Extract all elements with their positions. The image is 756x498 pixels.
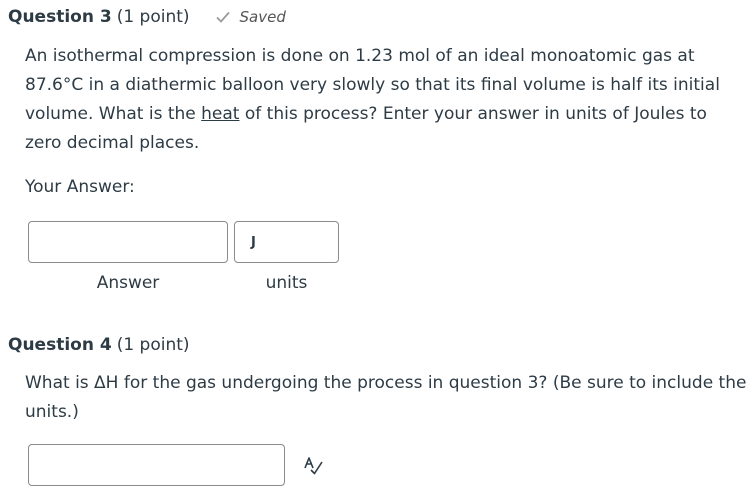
checkmark-icon (215, 11, 230, 23)
question-3-header: Question 3 (1 point) Saved (8, 7, 286, 27)
answer-input[interactable] (28, 221, 228, 263)
question-4-answer-input[interactable] (28, 444, 285, 486)
question-3-title: Question 3 (8, 7, 112, 27)
question-3-text: An isothermal compression is done on 1.2… (25, 42, 730, 158)
question-4-text: What is ΔH for the gas undergoing the pr… (25, 373, 747, 422)
question-3-points: (1 point) (116, 7, 190, 27)
saved-label: Saved (239, 8, 286, 26)
spellcheck-icon[interactable] (302, 454, 324, 476)
saved-status: Saved (215, 8, 286, 26)
answer-sublabel: Answer (96, 273, 160, 293)
units-sublabel: units (265, 273, 308, 293)
your-answer-label: Your Answer: (25, 177, 135, 197)
question-4-title: Question 4 (8, 335, 112, 355)
units-input[interactable]: J (234, 221, 339, 263)
heat-link[interactable]: heat (201, 104, 239, 124)
question-4-points: (1 point) (116, 335, 190, 355)
question-4-header: Question 4 (1 point) (8, 335, 190, 355)
